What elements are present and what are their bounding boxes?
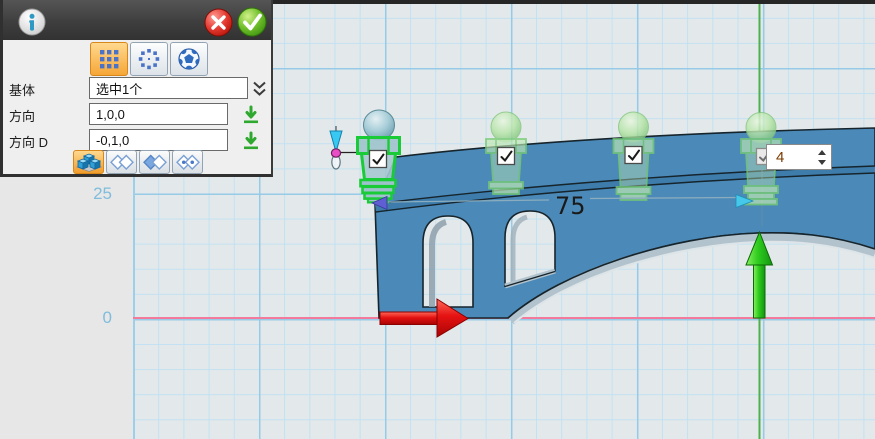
double-chevron-down-icon[interactable] bbox=[251, 79, 268, 103]
window2-inner-wall bbox=[513, 217, 527, 284]
two-diamonds-button[interactable] bbox=[106, 150, 137, 174]
instance-checkbox-1[interactable] bbox=[370, 151, 387, 168]
dimension-value[interactable]: 75 bbox=[555, 192, 586, 220]
spherical-pattern-button[interactable] bbox=[170, 42, 208, 76]
direction1-row: 方向 bbox=[3, 103, 276, 127]
cad-application-window: 25 0 bbox=[0, 0, 875, 439]
origin-point[interactable] bbox=[331, 149, 340, 157]
circle-dots-icon bbox=[137, 47, 161, 71]
pattern-type-toolbar bbox=[90, 42, 208, 76]
dotted-diamonds-button[interactable] bbox=[172, 150, 203, 174]
pick-direction-icon[interactable] bbox=[241, 105, 261, 131]
linear-pattern-button[interactable] bbox=[90, 42, 128, 76]
sphere-ball-icon bbox=[177, 47, 201, 71]
confirm-button[interactable] bbox=[237, 7, 267, 42]
cancel-button[interactable] bbox=[204, 8, 233, 42]
spinner-up-icon[interactable] bbox=[818, 150, 826, 155]
spinner-down-icon[interactable] bbox=[818, 160, 826, 165]
base-field[interactable] bbox=[89, 77, 248, 99]
blue-white-diamond-button[interactable] bbox=[139, 150, 170, 174]
instance-count-spinner[interactable]: 4 bbox=[766, 144, 832, 170]
pattern-cubes-button[interactable] bbox=[73, 150, 104, 174]
dialog-title-bar[interactable] bbox=[3, 0, 271, 40]
direction1-field[interactable] bbox=[89, 103, 228, 125]
y-direction-arrow[interactable] bbox=[746, 232, 773, 318]
result-display-toolbar bbox=[73, 150, 203, 174]
circular-pattern-button[interactable] bbox=[130, 42, 168, 76]
instance-checkbox-3[interactable] bbox=[625, 147, 642, 164]
instance-count-value[interactable]: 4 bbox=[767, 149, 813, 166]
info-icon bbox=[18, 8, 46, 41]
window1-inner-wall bbox=[432, 222, 446, 307]
pick-direction-icon[interactable] bbox=[241, 131, 261, 157]
direction1-label: 方向 bbox=[9, 106, 35, 125]
direction2-label: 方向 D bbox=[9, 132, 48, 151]
cubes-icon bbox=[75, 152, 103, 173]
base-feature-row: 基体 bbox=[3, 77, 276, 101]
direction2-field[interactable] bbox=[89, 129, 228, 151]
y-axis-label-0: 0 bbox=[82, 308, 112, 328]
two-diamonds-icon bbox=[108, 152, 136, 173]
instance-checkbox-2[interactable] bbox=[498, 148, 515, 165]
bolt1-thread-1 bbox=[361, 180, 396, 186]
pattern-task-dialog: 基体 方向 方向 D bbox=[0, 0, 273, 177]
dotted-diamonds-icon bbox=[174, 152, 202, 173]
grid-dots-icon bbox=[97, 47, 121, 71]
y-axis-label-25: 25 bbox=[82, 184, 112, 204]
blue-white-diamond-icon bbox=[141, 152, 169, 173]
bolt1-sphere-head bbox=[364, 110, 395, 140]
base-label: 基体 bbox=[9, 80, 35, 99]
